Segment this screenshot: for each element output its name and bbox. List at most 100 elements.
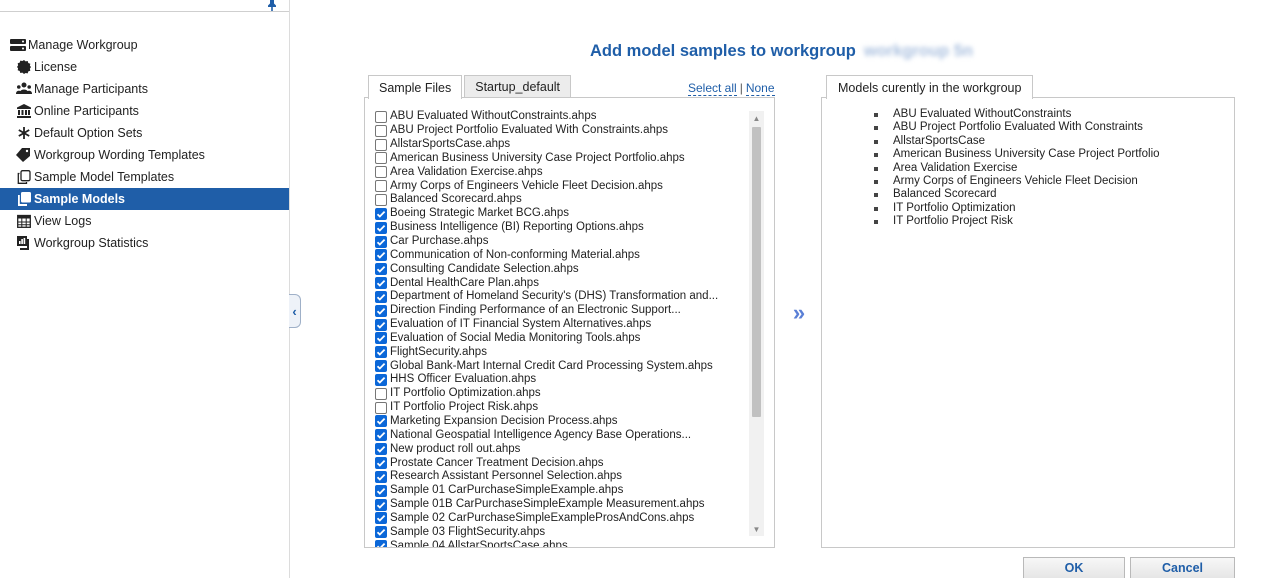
checkbox-checked[interactable] bbox=[375, 540, 387, 547]
file-list-item[interactable]: New product roll out.ahps bbox=[375, 442, 745, 456]
file-list-item[interactable]: Direction Finding Performance of an Elec… bbox=[375, 304, 745, 318]
tab-startup-default[interactable]: Startup_default bbox=[464, 75, 572, 98]
file-label: ABU Evaluated WithoutConstraints.ahps bbox=[390, 110, 597, 123]
checkbox-checked[interactable] bbox=[375, 526, 387, 539]
file-list-item[interactable]: Evaluation of Social Media Monitoring To… bbox=[375, 332, 745, 346]
checkbox-unchecked[interactable] bbox=[375, 138, 387, 151]
sidebar-item-view-logs[interactable]: View Logs bbox=[0, 210, 289, 232]
checkbox-checked[interactable] bbox=[375, 277, 387, 290]
file-list-item[interactable]: American Business University Case Projec… bbox=[375, 152, 745, 166]
checkbox-checked[interactable] bbox=[375, 415, 387, 428]
collapse-sidebar-button[interactable]: ‹ bbox=[289, 294, 301, 328]
move-to-workgroup-button[interactable]: » bbox=[788, 300, 810, 325]
checkbox-checked[interactable] bbox=[375, 360, 387, 373]
checkbox-unchecked[interactable] bbox=[375, 387, 387, 400]
sidebar-item-manage-workgroup[interactable]: Manage Workgroup bbox=[0, 34, 289, 56]
checkbox-checked[interactable] bbox=[375, 373, 387, 386]
file-list-item[interactable]: Evaluation of IT Financial System Altern… bbox=[375, 318, 745, 332]
file-list-item[interactable]: Car Purchase.ahps bbox=[375, 235, 745, 249]
copy-outline-icon bbox=[16, 169, 32, 185]
file-list-item[interactable]: Consulting Candidate Selection.ahps bbox=[375, 262, 745, 276]
sidebar-item-manage-participants[interactable]: Manage Participants bbox=[0, 78, 289, 100]
file-list-item[interactable]: Prostate Cancer Treatment Decision.ahps bbox=[375, 456, 745, 470]
sidebar-item-workgroup-wording-templates[interactable]: Workgroup Wording Templates bbox=[0, 144, 289, 166]
sidebar-item-sample-models[interactable]: Sample Models bbox=[0, 188, 289, 210]
checkbox-unchecked[interactable] bbox=[375, 180, 387, 193]
checkbox-checked[interactable] bbox=[375, 221, 387, 234]
file-list-item[interactable]: Sample 02 CarPurchaseSimpleExampleProsAn… bbox=[375, 511, 745, 525]
file-label: National Geospatial Intelligence Agency … bbox=[390, 428, 692, 441]
checkbox-unchecked[interactable] bbox=[375, 110, 387, 123]
file-list-item[interactable]: Marketing Expansion Decision Process.ahp… bbox=[375, 415, 745, 429]
sidebar-item-default-option-sets[interactable]: Default Option Sets bbox=[0, 122, 289, 144]
checkbox-checked[interactable] bbox=[375, 484, 387, 497]
scroll-up-arrow-icon[interactable]: ▲ bbox=[749, 111, 764, 125]
tab-models-in-workgroup[interactable]: Models curently in the workgroup bbox=[826, 75, 1034, 99]
file-label: American Business University Case Projec… bbox=[390, 151, 685, 164]
file-list-item[interactable]: Boeing Strategic Market BCG.ahps bbox=[375, 207, 745, 221]
file-list-item[interactable]: Army Corps of Engineers Vehicle Fleet De… bbox=[375, 179, 745, 193]
sidebar-item-label: Sample Models bbox=[34, 192, 125, 206]
checkbox-checked[interactable] bbox=[375, 429, 387, 442]
checkbox-checked[interactable] bbox=[375, 457, 387, 470]
file-list-item[interactable]: Global Bank-Mart Internal Credit Card Pr… bbox=[375, 359, 745, 373]
file-label: Dental HealthCare Plan.ahps bbox=[390, 276, 539, 289]
checkbox-checked[interactable] bbox=[375, 235, 387, 248]
checkbox-unchecked[interactable] bbox=[375, 401, 387, 414]
checkbox-checked[interactable] bbox=[375, 290, 387, 303]
users-icon bbox=[16, 81, 32, 97]
file-label: Evaluation of IT Financial System Altern… bbox=[390, 318, 652, 331]
sidebar-item-sample-model-templates[interactable]: Sample Model Templates bbox=[0, 166, 289, 188]
checkbox-checked[interactable] bbox=[375, 498, 387, 511]
cancel-button[interactable]: Cancel bbox=[1130, 557, 1235, 578]
workgroup-name-blurred: workgroup 5n bbox=[863, 42, 973, 60]
file-list-item[interactable]: Research Assistant Personnel Selection.a… bbox=[375, 470, 745, 484]
file-label: Boeing Strategic Market BCG.ahps bbox=[390, 207, 569, 220]
file-list-item[interactable]: National Geospatial Intelligence Agency … bbox=[375, 428, 745, 442]
file-list-item[interactable]: Communication of Non-conforming Material… bbox=[375, 248, 745, 262]
file-list-item[interactable]: ABU Project Portfolio Evaluated With Con… bbox=[375, 124, 745, 138]
checkbox-unchecked[interactable] bbox=[375, 152, 387, 165]
tab-sample-files[interactable]: Sample Files bbox=[368, 75, 463, 99]
pin-icon[interactable] bbox=[267, 0, 277, 13]
selection-separator: | bbox=[739, 81, 743, 95]
checkbox-unchecked[interactable] bbox=[375, 166, 387, 179]
checkbox-unchecked[interactable] bbox=[375, 193, 387, 206]
checkbox-checked[interactable] bbox=[375, 207, 387, 220]
file-list-item[interactable]: Balanced Scorecard.ahps bbox=[375, 193, 745, 207]
files-scrollbar[interactable]: ▲ ▼ bbox=[749, 111, 764, 536]
sidebar-item-workgroup-statistics[interactable]: Workgroup Statistics bbox=[0, 232, 289, 254]
checkbox-checked[interactable] bbox=[375, 512, 387, 525]
select-all-link[interactable]: Select all bbox=[688, 81, 737, 96]
file-list-item[interactable]: Business Intelligence (BI) Reporting Opt… bbox=[375, 221, 745, 235]
file-list-item[interactable]: AllstarSportsCase.ahps bbox=[375, 138, 745, 152]
checkbox-checked[interactable] bbox=[375, 304, 387, 317]
checkbox-checked[interactable] bbox=[375, 332, 387, 345]
file-list-item[interactable]: FlightSecurity.ahps bbox=[375, 345, 745, 359]
file-list-item[interactable]: Sample 03 FlightSecurity.ahps bbox=[375, 525, 745, 539]
scroll-thumb[interactable] bbox=[752, 127, 761, 417]
select-none-link[interactable]: None bbox=[745, 81, 775, 96]
checkbox-checked[interactable] bbox=[375, 470, 387, 483]
scroll-down-arrow-icon[interactable]: ▼ bbox=[749, 522, 764, 536]
ok-button[interactable]: OK bbox=[1023, 557, 1125, 578]
file-list-item[interactable]: Dental HealthCare Plan.ahps bbox=[375, 276, 745, 290]
checkbox-checked[interactable] bbox=[375, 346, 387, 359]
file-list-item[interactable]: Department of Homeland Security's (DHS) … bbox=[375, 290, 745, 304]
file-list-item[interactable]: HHS Officer Evaluation.ahps bbox=[375, 373, 745, 387]
checkbox-unchecked[interactable] bbox=[375, 124, 387, 137]
sidebar-item-online-participants[interactable]: Online Participants bbox=[0, 100, 289, 122]
file-list-item[interactable]: Area Validation Exercise.ahps bbox=[375, 165, 745, 179]
file-list-item[interactable]: Sample 01 CarPurchaseSimpleExample.ahps bbox=[375, 484, 745, 498]
file-list-item[interactable]: IT Portfolio Optimization.ahps bbox=[375, 387, 745, 401]
checkbox-checked[interactable] bbox=[375, 263, 387, 276]
checkbox-checked[interactable] bbox=[375, 318, 387, 331]
checkbox-checked[interactable] bbox=[375, 443, 387, 456]
file-list-item[interactable]: Sample 04 AllstarSportsCase.ahps bbox=[375, 539, 745, 547]
file-label: AllstarSportsCase.ahps bbox=[390, 138, 511, 151]
file-list-item[interactable]: ABU Evaluated WithoutConstraints.ahps bbox=[375, 110, 745, 124]
file-list-item[interactable]: Sample 01B CarPurchaseSimpleExample Meas… bbox=[375, 498, 745, 512]
sidebar-item-license[interactable]: License bbox=[0, 56, 289, 78]
file-list-item[interactable]: IT Portfolio Project Risk.ahps bbox=[375, 401, 745, 415]
checkbox-checked[interactable] bbox=[375, 249, 387, 262]
